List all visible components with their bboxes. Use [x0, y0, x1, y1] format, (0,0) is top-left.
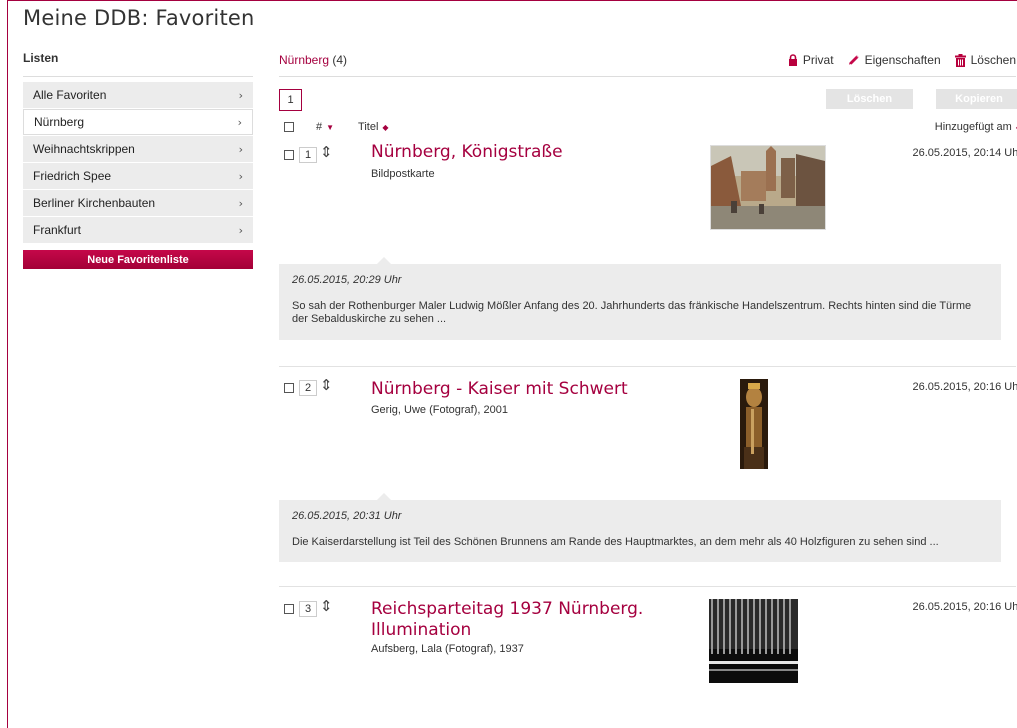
delete-selected-button[interactable]: Löschen: [826, 89, 913, 109]
delete-list-label: Löschen: [970, 53, 1016, 67]
header-actions: Privat Eigenschaften Löschen: [788, 53, 1016, 67]
column-added[interactable]: Hinzugefügt am◆: [935, 121, 1017, 133]
item-subtitle: Aufsberg, Lala (Fotograf), 1937: [371, 643, 524, 655]
item-note: 26.05.2015, 20:29 Uhr So sah der Rothenb…: [279, 257, 1001, 340]
page-title: Meine DDB: Favoriten: [23, 6, 255, 30]
sidebar-item-frankfurt[interactable]: Frankfurt ›: [23, 217, 253, 243]
sidebar-item-label: Friedrich Spee: [33, 169, 112, 183]
item-date: 26.05.2015, 20:16 Uhr: [912, 601, 1017, 613]
up-down-arrows-icon[interactable]: ⇕: [320, 597, 333, 615]
up-down-arrows-icon[interactable]: ⇕: [320, 376, 333, 394]
column-number[interactable]: # ▼: [316, 121, 334, 133]
properties-button[interactable]: Eigenschaften: [848, 53, 941, 67]
chevron-right-icon: ›: [238, 169, 243, 183]
sidebar-item-label: Frankfurt: [33, 223, 82, 237]
chevron-right-icon: ›: [237, 115, 242, 129]
favorite-item: 2 ⇕ Nürnberg - Kaiser mit Schwert Gerig,…: [279, 367, 1017, 502]
item-title-link[interactable]: Nürnberg, Königstraße: [371, 142, 671, 163]
private-toggle[interactable]: Privat: [788, 53, 834, 67]
sidebar-item-berliner-kirchenbauten[interactable]: Berliner Kirchenbauten ›: [23, 190, 253, 216]
chevron-right-icon: ›: [238, 196, 243, 210]
list-count: (4): [332, 53, 348, 67]
item-number[interactable]: 2: [299, 380, 317, 396]
lock-icon: [788, 54, 797, 66]
favorite-item: 1 ⇕ Nürnberg, Königstraße Bildpostkarte: [279, 139, 1017, 274]
list-title: Nürnberg: [279, 53, 330, 67]
column-number-label: #: [316, 121, 323, 133]
list-title-block: Nürnberg (4): [279, 53, 347, 67]
item-title-link[interactable]: Reichsparteitag 1937 Nürnberg. Illuminat…: [371, 599, 671, 641]
sidebar-item-label: Nürnberg: [34, 115, 85, 129]
postcard-image: [711, 146, 825, 229]
illumination-image: [709, 599, 798, 683]
item-date: 26.05.2015, 20:14 Uhr: [912, 147, 1017, 159]
item-subtitle: Gerig, Uwe (Fotograf), 2001: [371, 404, 508, 416]
pagination-page[interactable]: 1: [279, 89, 302, 111]
chevron-right-icon: ›: [238, 223, 243, 237]
column-title-label: Titel: [358, 121, 379, 133]
sort-icon: ◆: [382, 123, 389, 132]
note-date: 26.05.2015, 20:29 Uhr: [292, 274, 402, 286]
item-date: 26.05.2015, 20:16 Uhr: [912, 381, 1017, 393]
private-label: Privat: [802, 53, 834, 67]
sidebar: Listen Alle Favoriten › Nürnberg › Weihn…: [23, 51, 253, 269]
note-text: So sah der Rothenburger Maler Ludwig Möß…: [292, 300, 972, 325]
sidebar-item-weihnachtskrippen[interactable]: Weihnachtskrippen ›: [23, 136, 253, 162]
statue-image: [740, 379, 768, 469]
note-text: Die Kaiserdarstellung ist Teil des Schön…: [292, 536, 939, 548]
note-date: 26.05.2015, 20:31 Uhr: [292, 510, 402, 522]
sidebar-item-nuernberg[interactable]: Nürnberg ›: [23, 109, 253, 135]
properties-label: Eigenschaften: [864, 53, 941, 67]
item-subtitle: Bildpostkarte: [371, 168, 435, 180]
item-note: 26.05.2015, 20:31 Uhr Die Kaiserdarstell…: [279, 493, 1001, 562]
column-header: #▼ Titel◆ Hinzugefügt am◆: [279, 115, 1017, 139]
column-title[interactable]: Titel ◆: [358, 121, 389, 133]
sidebar-item-label: Alle Favoriten: [33, 88, 107, 102]
main-content: Nürnberg (4) Privat Eigenschaften Lösche…: [279, 51, 1017, 722]
sidebar-divider: [23, 76, 253, 77]
page-frame: Meine DDB: Favoriten Listen Alle Favorit…: [7, 0, 1017, 728]
new-list-button[interactable]: Neue Favoritenliste: [23, 250, 253, 269]
item-number[interactable]: 3: [299, 601, 317, 617]
item-thumbnail[interactable]: [709, 599, 798, 683]
chevron-right-icon: ›: [238, 88, 243, 102]
sidebar-item-friedrich-spee[interactable]: Friedrich Spee ›: [23, 163, 253, 189]
sidebar-item-alle-favoriten[interactable]: Alle Favoriten ›: [23, 82, 253, 108]
column-added-label: Hinzugefügt am: [934, 121, 1012, 133]
sort-desc-icon: ▼: [326, 123, 335, 132]
select-all-checkbox[interactable]: [284, 122, 294, 132]
item-checkbox[interactable]: [284, 383, 294, 393]
item-title-link[interactable]: Nürnberg - Kaiser mit Schwert: [371, 379, 671, 400]
favorite-item: 3 ⇕ Reichsparteitag 1937 Nürnberg. Illum…: [279, 587, 1017, 722]
copy-selected-button[interactable]: Kopieren: [936, 89, 1017, 109]
sidebar-item-label: Weihnachtskrippen: [33, 142, 135, 156]
sidebar-heading: Listen: [23, 51, 59, 65]
pencil-icon: [848, 55, 859, 65]
item-checkbox[interactable]: [284, 604, 294, 614]
item-checkbox[interactable]: [284, 150, 294, 160]
toolbar: 1 Löschen Kopieren: [279, 77, 1017, 113]
item-number[interactable]: 1: [299, 147, 317, 163]
item-thumbnail[interactable]: [740, 379, 768, 469]
item-thumbnail[interactable]: [710, 145, 826, 230]
trash-icon: [954, 53, 966, 67]
up-down-arrows-icon[interactable]: ⇕: [320, 143, 333, 161]
sidebar-item-label: Berliner Kirchenbauten: [33, 196, 156, 210]
list-header: Nürnberg (4) Privat Eigenschaften Lösche…: [279, 51, 1016, 69]
delete-list-button[interactable]: Löschen: [954, 53, 1016, 67]
chevron-right-icon: ›: [238, 142, 243, 156]
